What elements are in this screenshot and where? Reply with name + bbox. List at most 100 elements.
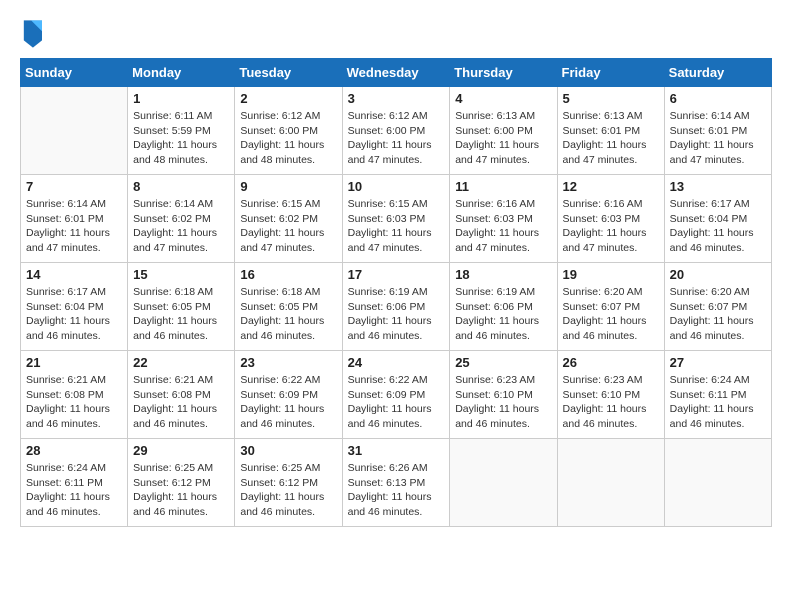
calendar-cell — [21, 87, 128, 175]
calendar-cell: 2 Sunrise: 6:12 AM Sunset: 6:00 PM Daylig… — [235, 87, 342, 175]
calendar-cell: 4Sunrise: 6:13 AM Sunset: 6:00 PM Daylig… — [450, 87, 557, 175]
day-number: 2 — [240, 91, 336, 106]
day-number: 31 — [348, 443, 445, 458]
day-info: Sunrise: 6:24 AM Sunset: 6:11 PM Dayligh… — [26, 461, 122, 520]
calendar-cell — [664, 439, 771, 527]
weekday-header-wednesday: Wednesday — [342, 59, 450, 87]
day-info: Sunrise: 6:12 AM Sunset: 6:00 PM Dayligh… — [348, 109, 445, 168]
day-info: Sunrise: 6:11 AM Sunset: 5:59 PM Dayligh… — [133, 109, 229, 168]
day-info: Sunrise: 6:16 AM Sunset: 6:03 PM Dayligh… — [455, 197, 551, 256]
day-info: Sunrise: 6:26 AM Sunset: 6:13 PM Dayligh… — [348, 461, 445, 520]
calendar-cell: 3Sunrise: 6:12 AM Sunset: 6:00 PM Daylig… — [342, 87, 450, 175]
day-number: 21 — [26, 355, 122, 370]
calendar-cell: 9 Sunrise: 6:15 AM Sunset: 6:02 PM Daylig… — [235, 175, 342, 263]
calendar-body: 1 Sunrise: 6:11 AM Sunset: 5:59 PM Daylig… — [21, 87, 772, 527]
day-info: Sunrise: 6:12 AM Sunset: 6:00 PM Dayligh… — [240, 109, 336, 168]
day-info: Sunrise: 6:22 AM Sunset: 6:09 PM Dayligh… — [348, 373, 445, 432]
day-info: Sunrise: 6:24 AM Sunset: 6:11 PM Dayligh… — [670, 373, 766, 432]
day-info: Sunrise: 6:22 AM Sunset: 6:09 PM Dayligh… — [240, 373, 336, 432]
calendar-cell: 27Sunrise: 6:24 AM Sunset: 6:11 PM Dayli… — [664, 351, 771, 439]
calendar-cell: 19 Sunrise: 6:20 AM Sunset: 6:07 PM Dayli… — [557, 263, 664, 351]
calendar-cell: 5 Sunrise: 6:13 AM Sunset: 6:01 PM Daylig… — [557, 87, 664, 175]
day-number: 19 — [563, 267, 659, 282]
calendar-cell: 18Sunrise: 6:19 AM Sunset: 6:06 PM Dayli… — [450, 263, 557, 351]
day-number: 29 — [133, 443, 229, 458]
calendar-header: SundayMondayTuesdayWednesdayThursdayFrid… — [21, 59, 772, 87]
day-number: 23 — [240, 355, 336, 370]
weekday-header-friday: Friday — [557, 59, 664, 87]
day-info: Sunrise: 6:17 AM Sunset: 6:04 PM Dayligh… — [26, 285, 122, 344]
calendar-cell: 12Sunrise: 6:16 AM Sunset: 6:03 PM Dayli… — [557, 175, 664, 263]
calendar-cell: 30Sunrise: 6:25 AM Sunset: 6:12 PM Dayli… — [235, 439, 342, 527]
calendar-cell: 25Sunrise: 6:23 AM Sunset: 6:10 PM Dayli… — [450, 351, 557, 439]
calendar-cell: 10Sunrise: 6:15 AM Sunset: 6:03 PM Dayli… — [342, 175, 450, 263]
weekday-header-sunday: Sunday — [21, 59, 128, 87]
calendar-cell: 11 Sunrise: 6:16 AM Sunset: 6:03 PM Dayli… — [450, 175, 557, 263]
day-number: 5 — [563, 91, 659, 106]
calendar-cell: 8 Sunrise: 6:14 AM Sunset: 6:02 PM Daylig… — [128, 175, 235, 263]
weekday-header-row: SundayMondayTuesdayWednesdayThursdayFrid… — [21, 59, 772, 87]
day-number: 25 — [455, 355, 551, 370]
day-number: 26 — [563, 355, 659, 370]
day-info: Sunrise: 6:14 AM Sunset: 6:01 PM Dayligh… — [670, 109, 766, 168]
calendar-cell: 26 Sunrise: 6:23 AM Sunset: 6:10 PM Dayli… — [557, 351, 664, 439]
day-info: Sunrise: 6:17 AM Sunset: 6:04 PM Dayligh… — [670, 197, 766, 256]
calendar-cell: 29 Sunrise: 6:25 AM Sunset: 6:12 PM Dayli… — [128, 439, 235, 527]
calendar-week-row: 14 Sunrise: 6:17 AM Sunset: 6:04 PM Dayli… — [21, 263, 772, 351]
calendar-week-row: 1 Sunrise: 6:11 AM Sunset: 5:59 PM Daylig… — [21, 87, 772, 175]
day-number: 30 — [240, 443, 336, 458]
day-info: Sunrise: 6:15 AM Sunset: 6:03 PM Dayligh… — [348, 197, 445, 256]
day-info: Sunrise: 6:18 AM Sunset: 6:05 PM Dayligh… — [240, 285, 336, 344]
calendar-cell: 24 Sunrise: 6:22 AM Sunset: 6:09 PM Dayli… — [342, 351, 450, 439]
day-info: Sunrise: 6:19 AM Sunset: 6:06 PM Dayligh… — [348, 285, 445, 344]
day-number: 22 — [133, 355, 229, 370]
calendar-cell: 20 Sunrise: 6:20 AM Sunset: 6:07 PM Dayli… — [664, 263, 771, 351]
day-info: Sunrise: 6:19 AM Sunset: 6:06 PM Dayligh… — [455, 285, 551, 344]
day-number: 28 — [26, 443, 122, 458]
day-number: 1 — [133, 91, 229, 106]
day-info: Sunrise: 6:14 AM Sunset: 6:02 PM Dayligh… — [133, 197, 229, 256]
day-number: 12 — [563, 179, 659, 194]
day-number: 8 — [133, 179, 229, 194]
day-info: Sunrise: 6:20 AM Sunset: 6:07 PM Dayligh… — [563, 285, 659, 344]
day-number: 13 — [670, 179, 766, 194]
day-number: 11 — [455, 179, 551, 194]
day-info: Sunrise: 6:25 AM Sunset: 6:12 PM Dayligh… — [133, 461, 229, 520]
calendar-cell: 13 Sunrise: 6:17 AM Sunset: 6:04 PM Dayli… — [664, 175, 771, 263]
day-number: 14 — [26, 267, 122, 282]
day-info: Sunrise: 6:20 AM Sunset: 6:07 PM Dayligh… — [670, 285, 766, 344]
calendar-week-row: 7 Sunrise: 6:14 AM Sunset: 6:01 PM Daylig… — [21, 175, 772, 263]
calendar-cell: 17 Sunrise: 6:19 AM Sunset: 6:06 PM Dayli… — [342, 263, 450, 351]
calendar-week-row: 21 Sunrise: 6:21 AM Sunset: 6:08 PM Dayli… — [21, 351, 772, 439]
day-info: Sunrise: 6:14 AM Sunset: 6:01 PM Dayligh… — [26, 197, 122, 256]
calendar-cell — [557, 439, 664, 527]
calendar-cell: 22 Sunrise: 6:21 AM Sunset: 6:08 PM Dayli… — [128, 351, 235, 439]
day-number: 24 — [348, 355, 445, 370]
day-info: Sunrise: 6:18 AM Sunset: 6:05 PM Dayligh… — [133, 285, 229, 344]
calendar-cell: 21 Sunrise: 6:21 AM Sunset: 6:08 PM Dayli… — [21, 351, 128, 439]
calendar-cell: 7 Sunrise: 6:14 AM Sunset: 6:01 PM Daylig… — [21, 175, 128, 263]
calendar-cell: 6 Sunrise: 6:14 AM Sunset: 6:01 PM Daylig… — [664, 87, 771, 175]
day-info: Sunrise: 6:21 AM Sunset: 6:08 PM Dayligh… — [26, 373, 122, 432]
calendar-cell: 28 Sunrise: 6:24 AM Sunset: 6:11 PM Dayli… — [21, 439, 128, 527]
weekday-header-tuesday: Tuesday — [235, 59, 342, 87]
page-header — [20, 20, 772, 48]
day-number: 4 — [455, 91, 551, 106]
calendar-cell: 1 Sunrise: 6:11 AM Sunset: 5:59 PM Daylig… — [128, 87, 235, 175]
day-info: Sunrise: 6:13 AM Sunset: 6:01 PM Dayligh… — [563, 109, 659, 168]
day-number: 7 — [26, 179, 122, 194]
day-number: 6 — [670, 91, 766, 106]
day-info: Sunrise: 6:15 AM Sunset: 6:02 PM Dayligh… — [240, 197, 336, 256]
day-info: Sunrise: 6:21 AM Sunset: 6:08 PM Dayligh… — [133, 373, 229, 432]
day-number: 9 — [240, 179, 336, 194]
calendar-week-row: 28 Sunrise: 6:24 AM Sunset: 6:11 PM Dayli… — [21, 439, 772, 527]
day-info: Sunrise: 6:23 AM Sunset: 6:10 PM Dayligh… — [563, 373, 659, 432]
day-number: 20 — [670, 267, 766, 282]
day-number: 17 — [348, 267, 445, 282]
weekday-header-thursday: Thursday — [450, 59, 557, 87]
weekday-header-saturday: Saturday — [664, 59, 771, 87]
generalblue-logo-icon — [22, 20, 42, 48]
logo — [20, 20, 48, 48]
calendar-cell: 31 Sunrise: 6:26 AM Sunset: 6:13 PM Dayli… — [342, 439, 450, 527]
calendar-table: SundayMondayTuesdayWednesdayThursdayFrid… — [20, 58, 772, 527]
